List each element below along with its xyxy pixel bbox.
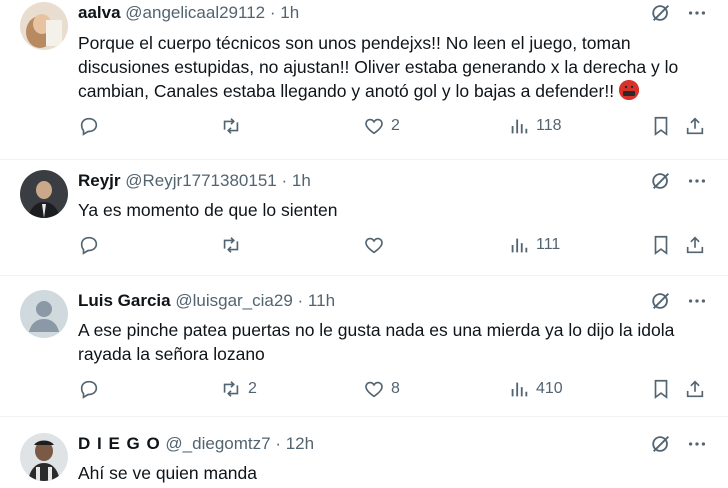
repost-button[interactable]	[220, 115, 248, 137]
tweet-text: A ese pinche patea puertas no le gusta n…	[78, 318, 698, 366]
tweet-top-actions	[650, 170, 708, 192]
avatar[interactable]	[20, 433, 68, 481]
display-name[interactable]: Luis Garcia	[78, 291, 171, 310]
tweet[interactable]: aalva @angelicaal29112 · 1h Porque el cu…	[0, 0, 728, 160]
heart-icon	[365, 381, 383, 398]
like-button[interactable]	[363, 234, 391, 256]
like-count: 8	[391, 380, 400, 397]
like-button[interactable]: 2	[363, 115, 400, 137]
views-count: 410	[536, 380, 563, 397]
more-icon[interactable]	[686, 433, 708, 455]
reply-icon	[80, 380, 98, 399]
like-count: 2	[391, 117, 400, 134]
display-name[interactable]: aalva	[78, 3, 121, 22]
share-button[interactable]	[684, 234, 706, 256]
heart-icon	[365, 237, 383, 254]
share-button[interactable]	[684, 115, 706, 137]
tweet-text-content: Ya es momento de que lo sienten	[78, 200, 338, 220]
bookmark-icon	[654, 379, 668, 399]
timestamp[interactable]: 1h	[292, 171, 311, 190]
separator: ·	[275, 434, 281, 453]
share-icon	[686, 236, 704, 254]
repost-count: 2	[248, 380, 257, 397]
share-icon	[686, 117, 704, 135]
reply-button[interactable]	[78, 378, 106, 400]
display-name[interactable]: D I E G O	[78, 434, 161, 453]
separator: ·	[297, 291, 304, 310]
grok-icon[interactable]	[650, 290, 672, 312]
tweet-text: Ya es momento de que lo sienten	[78, 198, 698, 222]
avatar-image	[20, 2, 68, 50]
share-button[interactable]	[684, 378, 706, 400]
views-icon	[511, 382, 528, 397]
tweet-actions: 111	[78, 234, 708, 260]
avatar[interactable]	[20, 170, 68, 218]
grok-icon[interactable]	[650, 170, 672, 192]
avatar-image	[20, 170, 68, 218]
tweet-actions: 2 8 410	[78, 378, 708, 404]
user-handle[interactable]: @_diegomtz7	[165, 434, 270, 453]
tweet-text: Ahí se ve quien manda	[78, 461, 698, 485]
reply-button[interactable]	[78, 234, 106, 256]
repost-button[interactable]: 2	[220, 378, 257, 400]
reply-icon	[80, 236, 98, 255]
more-icon[interactable]	[686, 170, 708, 192]
tweet-actions: 2 118	[78, 115, 708, 141]
timestamp[interactable]: 11h	[308, 291, 335, 310]
user-handle[interactable]: @angelicaal29112	[125, 3, 265, 22]
more-icon[interactable]	[686, 290, 708, 312]
bookmark-icon	[654, 116, 668, 136]
tweet-top-actions	[650, 433, 708, 455]
repost-button[interactable]	[220, 234, 248, 256]
tweet-text: Porque el cuerpo técnicos son unos pende…	[78, 31, 698, 103]
views-count: 118	[536, 117, 562, 134]
views-button[interactable]: 111	[508, 234, 560, 256]
separator: ·	[281, 171, 288, 190]
tweet-header: Luis Garcia @luisgar_cia29 · 11h	[78, 290, 335, 312]
views-button[interactable]: 410	[508, 378, 563, 400]
separator: ·	[269, 3, 276, 22]
tweet-text-content: A ese pinche patea puertas no le gusta n…	[78, 320, 675, 364]
tweet-header: Reyjr @Reyjr1771380151 · 1h	[78, 170, 311, 192]
reply-icon	[80, 117, 98, 136]
bookmark-button[interactable]	[650, 115, 672, 137]
tweet[interactable]: Luis Garcia @luisgar_cia29 · 11h A ese p…	[0, 276, 728, 416]
views-button[interactable]: 118	[508, 115, 562, 137]
default-avatar-icon	[20, 290, 68, 338]
tweet-top-actions	[650, 2, 708, 24]
repost-icon	[223, 237, 239, 253]
views-count: 111	[536, 236, 561, 253]
tweet-text-content: Porque el cuerpo técnicos son unos pende…	[78, 33, 679, 101]
like-button[interactable]: 8	[363, 378, 400, 400]
timestamp[interactable]: 12h	[286, 434, 314, 453]
grok-icon[interactable]	[650, 433, 672, 455]
user-handle[interactable]: @Reyjr1771380151	[125, 171, 276, 190]
bookmark-button[interactable]	[650, 378, 672, 400]
angry-swearing-face-icon	[618, 80, 639, 100]
views-icon	[511, 238, 528, 253]
repost-icon	[223, 118, 239, 134]
tweet-top-actions	[650, 290, 708, 312]
repost-icon	[223, 381, 239, 397]
user-handle[interactable]: @luisgar_cia29	[175, 291, 292, 310]
tweet-header: aalva @angelicaal29112 · 1h	[78, 2, 299, 24]
timestamp[interactable]: 1h	[280, 3, 299, 22]
avatar[interactable]	[20, 2, 68, 50]
tweet-header: D I E G O @_diegomtz7 · 12h	[78, 433, 314, 455]
avatar[interactable]	[20, 290, 68, 338]
tweet[interactable]: D I E G O @_diegomtz7 · 12h Ahí se ve qu…	[0, 417, 728, 488]
display-name[interactable]: Reyjr	[78, 171, 121, 190]
bookmark-button[interactable]	[650, 234, 672, 256]
heart-icon	[365, 118, 383, 135]
views-icon	[511, 119, 528, 134]
bookmark-icon	[654, 235, 668, 255]
share-icon	[686, 380, 704, 398]
reply-button[interactable]	[78, 115, 106, 137]
tweet[interactable]: Reyjr @Reyjr1771380151 · 1h Ya es moment…	[0, 160, 728, 276]
grok-icon[interactable]	[650, 2, 672, 24]
tweet-text-content: Ahí se ve quien manda	[78, 463, 258, 483]
more-icon[interactable]	[686, 2, 708, 24]
avatar-image	[20, 433, 68, 481]
